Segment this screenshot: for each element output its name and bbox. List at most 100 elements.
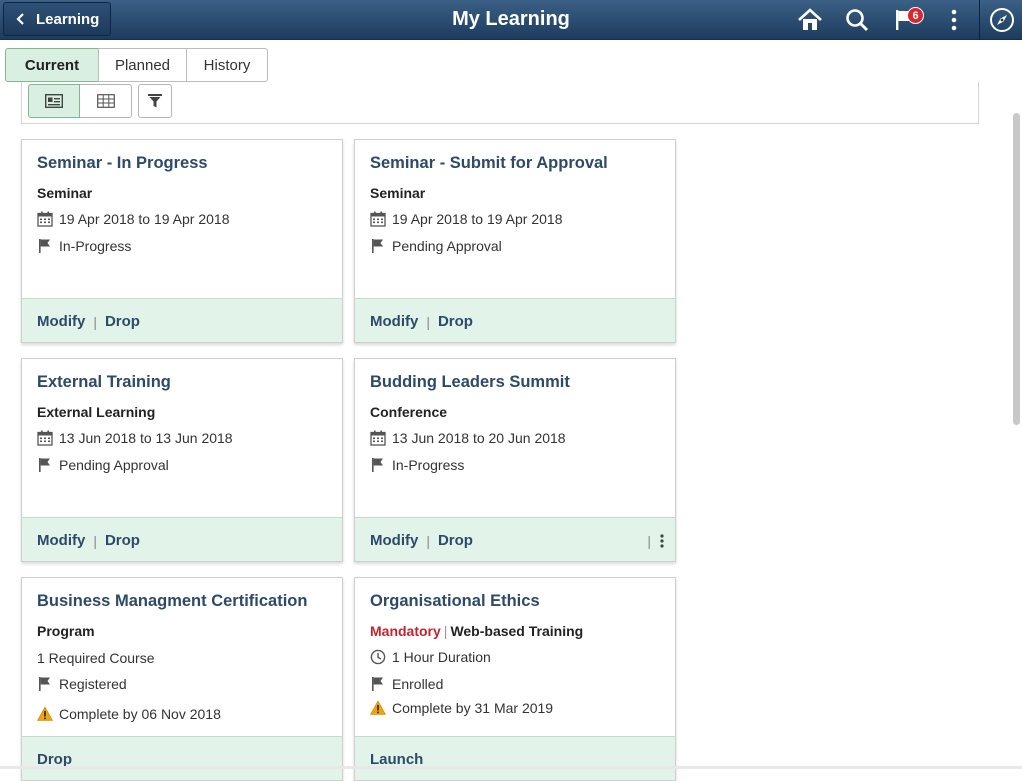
card-due-date: Complete by 06 Nov 2018	[37, 706, 221, 722]
more-actions-icon[interactable]	[659, 533, 665, 549]
card-type: Seminar	[37, 185, 93, 201]
card-title[interactable]: Business Managment Certification	[37, 592, 307, 611]
card-status: Enrolled	[370, 676, 443, 692]
card-due-text: Complete by 31 Mar 2019	[392, 700, 554, 716]
card-status: In-Progress	[37, 238, 131, 254]
card-date: 13 Jun 2018 to 13 Jun 2018	[37, 430, 233, 446]
card-status-text: Registered	[59, 676, 127, 692]
card-title[interactable]: Seminar - In Progress	[37, 154, 208, 173]
card-duration: 1 Hour Duration	[370, 649, 491, 665]
modify-link[interactable]: Modify	[370, 532, 418, 549]
flag-icon	[370, 676, 386, 692]
card-type: Program	[37, 623, 95, 639]
drop-link[interactable]: Drop	[105, 313, 140, 330]
action-separator: |	[93, 313, 97, 330]
action-separator: |	[93, 532, 97, 549]
search-icon[interactable]	[843, 6, 871, 34]
filter-button[interactable]	[138, 84, 172, 118]
card-status: Registered	[37, 676, 127, 692]
learning-tabs: Current Planned History	[5, 48, 268, 82]
card-status: In-Progress	[370, 457, 464, 473]
tab-planned[interactable]: Planned	[98, 48, 187, 82]
vertical-scrollbar[interactable]	[1013, 113, 1020, 425]
learning-card: Seminar - In Progress Seminar 19 Apr 201…	[21, 139, 343, 343]
card-date: 19 Apr 2018 to 19 Apr 2018	[37, 211, 229, 227]
card-info: 1 Required Course	[37, 650, 155, 666]
card-view-button[interactable]	[28, 84, 80, 118]
flag-icon	[37, 457, 53, 473]
card-date: 13 Jun 2018 to 20 Jun 2018	[370, 430, 566, 446]
app-header: Learning My Learning 6	[0, 0, 1022, 40]
action-separator: |	[426, 532, 430, 549]
card-status-text: Enrolled	[392, 676, 444, 692]
card-type: Seminar	[370, 185, 426, 201]
tab-history[interactable]: History	[186, 48, 268, 82]
card-due-text: Complete by 06 Nov 2018	[59, 706, 221, 722]
tab-current[interactable]: Current	[5, 48, 99, 82]
more-actions: |	[647, 533, 665, 549]
card-title[interactable]: Seminar - Submit for Approval	[370, 154, 608, 173]
back-button[interactable]: Learning	[3, 2, 111, 36]
actions-menu-icon[interactable]	[940, 6, 968, 34]
calendar-icon	[370, 430, 386, 446]
mandatory-label: Mandatory	[370, 623, 441, 639]
calendar-icon	[37, 211, 53, 227]
card-actions: Modify | Drop	[22, 298, 342, 342]
learning-card: Business Managment Certification Program…	[21, 577, 343, 781]
card-status-text: In-Progress	[59, 238, 132, 254]
card-title[interactable]: External Training	[37, 373, 171, 392]
card-title[interactable]: Budding Leaders Summit	[370, 373, 570, 392]
card-type-text: Web-based Training	[450, 623, 584, 639]
card-due-date: Complete by 31 Mar 2019	[370, 700, 553, 716]
grid-view-icon	[96, 94, 115, 108]
type-separator: |	[443, 623, 448, 639]
card-actions: Modify | Drop |	[355, 517, 675, 561]
card-date-text: 13 Jun 2018 to 20 Jun 2018	[392, 430, 566, 446]
header-divider	[979, 0, 980, 40]
learning-card: Seminar - Submit for Approval Seminar 19…	[354, 139, 676, 343]
modify-link[interactable]: Modify	[37, 313, 85, 330]
calendar-icon	[370, 211, 386, 227]
grid-view-button[interactable]	[80, 84, 132, 118]
drop-link[interactable]: Drop	[438, 313, 473, 330]
drop-link[interactable]: Drop	[105, 532, 140, 549]
learning-card: Organisational Ethics Mandatory | Web-base…	[354, 577, 676, 781]
card-status-text: Pending Approval	[392, 238, 502, 254]
view-toggle-group	[28, 84, 132, 118]
drop-link[interactable]: Drop	[438, 532, 473, 549]
card-actions: Modify | Drop	[355, 298, 675, 342]
card-type: External Learning	[37, 404, 156, 420]
chevron-left-icon	[16, 13, 24, 25]
navbar-compass-icon[interactable]	[988, 6, 1016, 34]
warning-icon	[370, 700, 386, 716]
card-type: Conference	[370, 404, 448, 420]
flag-icon	[37, 676, 53, 692]
filter-icon	[148, 94, 162, 108]
flag-icon	[370, 457, 386, 473]
card-info-text: 1 Required Course	[37, 650, 155, 666]
warning-icon	[37, 706, 53, 722]
card-type: Mandatory | Web-based Training	[370, 623, 583, 639]
card-title[interactable]: Organisational Ethics	[370, 592, 540, 611]
card-date: 19 Apr 2018 to 19 Apr 2018	[370, 211, 562, 227]
card-actions: Launch	[355, 736, 675, 780]
card-status-text: Pending Approval	[59, 457, 169, 473]
flag-icon	[370, 238, 386, 254]
clock-icon	[370, 649, 386, 665]
home-icon[interactable]	[796, 6, 824, 34]
modify-link[interactable]: Modify	[37, 532, 85, 549]
card-view-icon	[45, 94, 63, 108]
back-button-label: Learning	[36, 10, 100, 28]
action-separator: |	[647, 533, 651, 549]
card-duration-text: 1 Hour Duration	[392, 649, 491, 665]
card-date-text: 19 Apr 2018 to 19 Apr 2018	[392, 211, 563, 227]
card-date-text: 13 Jun 2018 to 13 Jun 2018	[59, 430, 233, 446]
modify-link[interactable]: Modify	[370, 313, 418, 330]
calendar-icon	[37, 430, 53, 446]
card-actions: Modify | Drop	[22, 517, 342, 561]
card-date-text: 19 Apr 2018 to 19 Apr 2018	[59, 211, 230, 227]
action-separator: |	[426, 313, 430, 330]
card-status-text: In-Progress	[392, 457, 465, 473]
flag-icon	[37, 238, 53, 254]
notification-count-badge: 6	[907, 7, 924, 24]
